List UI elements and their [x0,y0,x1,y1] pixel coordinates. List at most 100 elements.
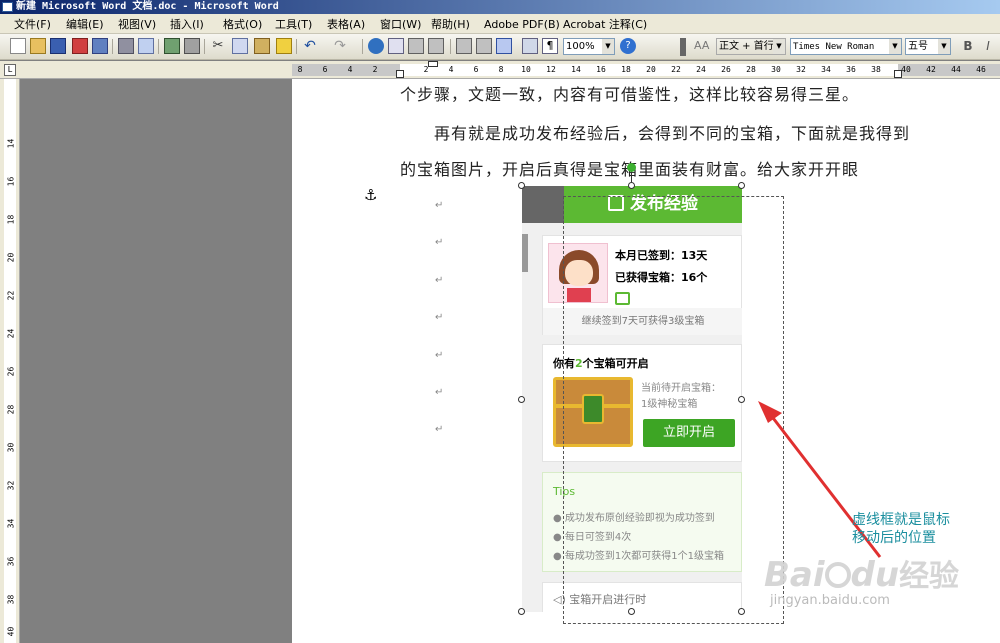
annotation-line: 虚线框就是鼠标 [852,512,950,528]
menu-tools[interactable]: 工具(T) [275,17,312,32]
paragraph-mark-icon: ↵ [435,350,444,361]
drawing-icon[interactable] [476,38,492,54]
workspace-margin [21,79,292,643]
menu-view[interactable]: 视图(V) [118,17,156,32]
ruler-tick: 12 [546,65,556,74]
document-map-icon[interactable] [496,38,512,54]
paragraph-mark-icon: ↵ [435,387,444,398]
vertical-ruler[interactable]: 14 16 18 20 22 24 26 28 30 32 34 36 38 4… [0,79,20,643]
rotate-handle-icon[interactable] [627,163,636,172]
menu-insert[interactable]: 插入(I) [170,17,204,32]
save-icon[interactable] [50,38,66,54]
paragraph-mark-icon[interactable]: ¶ [542,38,558,54]
menu-help[interactable]: 帮助(H) [431,17,470,32]
print-preview-icon[interactable] [138,38,154,54]
style-select[interactable]: 正文 + 首行 ▼ [716,38,786,55]
copy-icon[interactable] [232,38,248,54]
horizontal-ruler[interactable]: L 8 6 4 2 2 4 6 8 10 12 14 16 18 20 22 2… [0,61,1000,79]
ruler-tick: 24 [696,65,706,74]
tab-selector-icon[interactable]: L [4,64,16,76]
chevron-down-icon: ▼ [773,39,785,54]
window-title: 新建 Microsoft Word 文档.doc - Microsoft Wor… [16,1,279,12]
hyperlink-icon[interactable] [368,38,384,54]
menu-file[interactable]: 文件(F) [14,17,51,32]
menu-table[interactable]: 表格(A) [327,17,365,32]
zoom-select[interactable]: 100% ▼ [563,38,615,55]
ruler-tick: 32 [6,480,16,491]
document-page[interactable]: 个步骤，文题一致，内容有可借鉴性，这样比较容易得三星。 再有就是成功发布经验后，… [292,79,1000,643]
bold-button[interactable]: B [960,38,976,54]
ruler-tick: 4 [347,65,353,74]
resize-handle[interactable] [518,608,525,615]
ruler-tick: 40 [901,65,911,74]
menu-format[interactable]: 格式(O) [223,17,262,32]
help-icon[interactable]: ? [620,38,636,54]
show-hide-icon[interactable] [522,38,538,54]
ruler-tick: 26 [721,65,731,74]
undo-icon[interactable]: ↶ [302,38,318,54]
cut-icon[interactable]: ✂ [210,38,226,54]
toolbar: ✂ ↶ ↷ ¶ 100% ▼ ? AA 正文 + 首行 ▼ Times New … [0,34,1000,60]
spelling-icon[interactable] [164,38,180,54]
font-select[interactable]: Times New Roman ▼ [790,38,902,55]
resize-handle[interactable] [518,396,525,403]
ruler-tick: 32 [796,65,806,74]
ruler-tick: 26 [6,366,16,377]
ruler-tick: 30 [771,65,781,74]
columns-icon[interactable] [456,38,472,54]
chevron-down-icon: ▼ [889,39,901,54]
resize-handle[interactable] [628,182,635,189]
menu-window[interactable]: 窗口(W) [380,17,421,32]
permission-icon[interactable] [72,38,88,54]
ruler-tick: 38 [6,594,16,605]
paragraph-line[interactable]: 个步骤，文题一致，内容有可借鉴性，这样比较容易得三星。 [400,81,859,105]
ruler-tick: 38 [871,65,881,74]
ruler-tick: 4 [448,65,454,74]
watermark-url: jingyan.baidu.com [770,593,890,608]
ruler-tick: 14 [6,138,16,149]
ruler-tick: 22 [6,290,16,301]
print-icon[interactable] [118,38,134,54]
new-document-icon[interactable] [10,38,26,54]
ruler-tick: 8 [297,65,303,74]
italic-button[interactable]: I [980,38,996,54]
research-icon[interactable] [184,38,200,54]
ruler-tick: 34 [821,65,831,74]
menu-adobe-pdf[interactable]: Adobe PDF(B) [484,17,560,32]
resize-handle[interactable] [738,182,745,189]
drag-outline [563,196,784,624]
paste-icon[interactable] [254,38,270,54]
ruler-tick: 20 [6,252,16,263]
insert-excel-icon[interactable] [428,38,444,54]
redo-icon[interactable]: ↷ [332,38,348,54]
chevron-down-icon: ▼ [602,39,614,54]
scrollbar-thumb[interactable] [522,234,528,272]
format-painter-icon[interactable] [276,38,292,54]
ruler-tick: 10 [521,65,531,74]
paragraph-mark-icon: ↵ [435,200,444,211]
font-value: Times New Roman [793,42,875,52]
ruler-tick: 18 [6,214,16,225]
paragraph-line[interactable]: 再有就是成功发布经验后，会得到不同的宝箱，下面就是我得到 [434,120,910,144]
paragraph-mark-icon: ↵ [435,424,444,435]
ruler-tick: 24 [6,328,16,339]
insert-table-icon[interactable] [408,38,424,54]
chevron-down-icon: ▼ [938,39,950,54]
anchor-icon[interactable]: ⚓ [364,186,377,204]
title-bar: 新建 Microsoft Word 文档.doc - Microsoft Wor… [0,0,1000,14]
indent-marker-icon[interactable] [396,70,404,78]
ruler-tick: 22 [671,65,681,74]
ruler-tick: 46 [976,65,986,74]
resize-handle[interactable] [518,182,525,189]
font-size-select[interactable]: 五号 ▼ [905,38,951,55]
email-icon[interactable] [92,38,108,54]
ruler-tick: 6 [473,65,479,74]
menu-edit[interactable]: 编辑(E) [66,17,104,32]
styles-icon[interactable]: AA [694,38,710,54]
ruler-tick: 6 [322,65,328,74]
tables-borders-icon[interactable] [388,38,404,54]
paragraph-mark-icon: ↵ [435,312,444,323]
ruler-tick: 8 [498,65,504,74]
open-folder-icon[interactable] [30,38,46,54]
menu-acrobat-comment[interactable]: Acrobat 注释(C) [563,17,647,32]
